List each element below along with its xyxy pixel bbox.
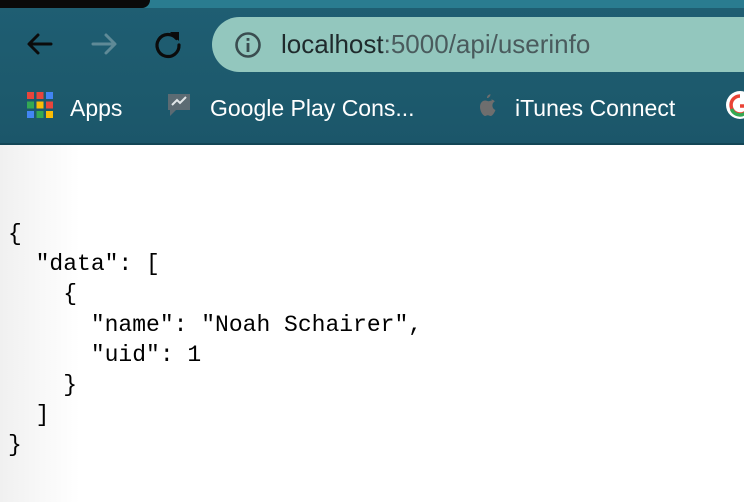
json-response: { "data": [ { "name": "Noah Schairer", "…: [8, 221, 423, 459]
info-icon[interactable]: [234, 31, 262, 59]
address-bar[interactable]: localhost:5000/api/userinfo: [212, 17, 744, 72]
page-content: { "data": [ { "name": "Noah Schairer", "…: [0, 145, 744, 502]
url-path: :5000/api/userinfo: [383, 29, 591, 59]
play-console-icon: [164, 90, 194, 126]
arrow-left-icon: [24, 28, 56, 60]
bookmark-itunes-connect[interactable]: iTunes Connect: [475, 92, 675, 124]
arrow-right-icon: [88, 28, 120, 60]
active-tab-edge[interactable]: [0, 0, 150, 8]
apple-icon: [475, 91, 499, 125]
bookmark-label: Apps: [70, 94, 123, 121]
forward-button[interactable]: [84, 24, 124, 64]
bookmark-apps[interactable]: Apps: [26, 92, 122, 124]
back-button[interactable]: [20, 24, 60, 64]
browser-chrome: localhost:5000/api/userinfo Apps Google …: [0, 0, 744, 145]
bookmark-google-play-console[interactable]: Google Play Cons...: [164, 92, 415, 124]
bookmark-label: iTunes Connect: [515, 94, 676, 121]
url-host: localhost: [281, 29, 384, 59]
bookmark-google[interactable]: [725, 90, 744, 126]
google-icon: [725, 90, 744, 126]
reload-icon: [152, 28, 184, 60]
apps-grid-icon: [26, 91, 54, 125]
bookmarks-bar: Apps Google Play Cons... iTunes Connect: [0, 84, 744, 132]
bookmark-label: Google Play Cons...: [210, 94, 415, 121]
url-text[interactable]: localhost:5000/api/userinfo: [281, 29, 590, 59]
reload-button[interactable]: [148, 24, 188, 64]
